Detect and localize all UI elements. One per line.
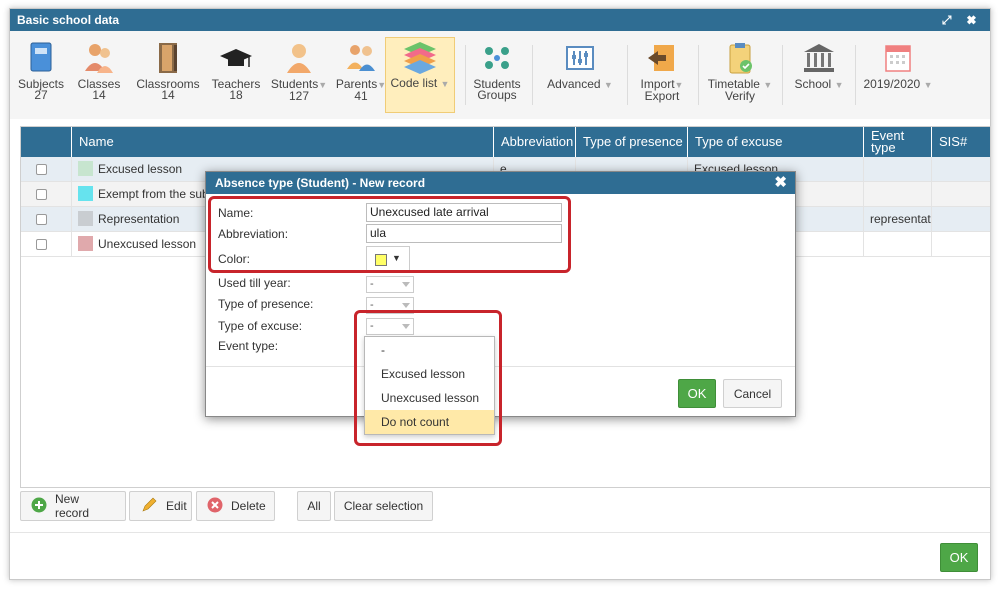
row-checkbox[interactable] bbox=[36, 164, 47, 175]
toolbar-timetable-verify[interactable]: Timetable ▼ Verify bbox=[704, 39, 776, 113]
color-swatch bbox=[78, 186, 93, 202]
sliders-icon bbox=[566, 46, 594, 70]
event-type-label: Event type: bbox=[218, 339, 279, 353]
graduation-cap-icon bbox=[220, 49, 252, 67]
calendar-icon bbox=[885, 45, 911, 72]
row-checkbox[interactable] bbox=[36, 189, 47, 200]
used-till-year-select[interactable]: - bbox=[366, 276, 414, 293]
annotation-box bbox=[354, 310, 502, 446]
plus-icon bbox=[31, 497, 47, 516]
dialog-title: Absence type (Student) - New record bbox=[215, 176, 426, 190]
toolbar-teachers[interactable]: Teachers 18 bbox=[210, 39, 262, 113]
new-record-button[interactable]: New record bbox=[20, 491, 126, 521]
window-titlebar: Basic school data ⤢ ✖ bbox=[10, 9, 990, 31]
delete-button[interactable]: Delete bbox=[196, 491, 275, 521]
used-till-year-label: Used till year: bbox=[218, 276, 291, 290]
close-icon[interactable]: ✖ bbox=[774, 172, 787, 194]
dialog-ok-button[interactable]: OK bbox=[678, 379, 716, 408]
grid-header-select[interactable] bbox=[21, 127, 71, 157]
toolbar-advanced[interactable]: Advanced ▼ bbox=[540, 39, 620, 113]
grid-header: Name Abbreviation Type of presence Type … bbox=[21, 127, 990, 157]
toolbar-students-groups[interactable]: Students Groups bbox=[469, 39, 525, 113]
grid-header-type-of-presence[interactable]: Type of presence bbox=[575, 127, 687, 157]
color-swatch bbox=[78, 161, 93, 177]
toolbar-import-export[interactable]: Import▼ Export bbox=[632, 39, 692, 113]
type-of-presence-label: Type of presence: bbox=[218, 297, 314, 311]
color-swatch bbox=[78, 211, 93, 227]
toolbar-subjects[interactable]: Subjects 27 bbox=[16, 39, 66, 113]
grid-header-name[interactable]: Name bbox=[71, 127, 493, 157]
row-checkbox[interactable] bbox=[36, 239, 47, 250]
chevron-down-icon bbox=[402, 282, 410, 287]
grid-header-type-of-excuse[interactable]: Type of excuse bbox=[687, 127, 863, 157]
pencil-icon bbox=[140, 497, 158, 516]
color-swatch bbox=[78, 236, 93, 252]
toolbar-school-year[interactable]: 2019/2020 ▼ bbox=[858, 39, 938, 113]
toolbar-parents[interactable]: Parents▼ 41 bbox=[334, 39, 388, 113]
clear-selection-button[interactable]: Clear selection bbox=[334, 491, 433, 521]
import-icon bbox=[648, 45, 674, 71]
classes-icon bbox=[85, 44, 113, 73]
groups-icon bbox=[485, 47, 509, 69]
window-ok-button[interactable]: OK bbox=[940, 543, 978, 572]
toolbar-school[interactable]: School ▼ bbox=[788, 39, 850, 113]
grid-header-abbreviation[interactable]: Abbreviation bbox=[493, 127, 575, 157]
stack-icon bbox=[404, 42, 436, 74]
toolbar-code-list[interactable]: Code list ▼ bbox=[385, 37, 455, 113]
toolbar-classrooms[interactable]: Classrooms 14 bbox=[132, 39, 204, 113]
book-icon bbox=[30, 42, 52, 72]
chevron-down-icon bbox=[402, 303, 410, 308]
toolbar-students[interactable]: Students▼ 127 bbox=[270, 39, 328, 113]
window-controls[interactable]: ⤢ ✖ bbox=[942, 9, 982, 31]
door-icon bbox=[159, 43, 177, 73]
parents-icon bbox=[347, 45, 375, 71]
grid-header-sis[interactable]: SIS# bbox=[931, 127, 992, 157]
row-checkbox[interactable] bbox=[36, 214, 47, 225]
toolbar-classes[interactable]: Classes 14 bbox=[76, 39, 122, 113]
building-icon bbox=[804, 44, 834, 72]
delete-icon bbox=[207, 497, 223, 516]
dialog-titlebar: Absence type (Student) - New record ✖ bbox=[206, 172, 795, 194]
student-icon bbox=[287, 44, 311, 73]
dialog-cancel-button[interactable]: Cancel bbox=[723, 379, 782, 408]
edit-button[interactable]: Edit bbox=[129, 491, 192, 521]
grid-header-event-type[interactable]: Event type bbox=[863, 127, 931, 157]
all-button[interactable]: All bbox=[297, 491, 331, 521]
window-title: Basic school data bbox=[17, 13, 120, 27]
type-of-excuse-label: Type of excuse: bbox=[218, 319, 303, 333]
clipboard-icon bbox=[729, 43, 752, 74]
annotation-box bbox=[208, 196, 571, 273]
toolbar: Subjects 27 Classes 14 Classrooms 14 Tea… bbox=[10, 31, 990, 119]
